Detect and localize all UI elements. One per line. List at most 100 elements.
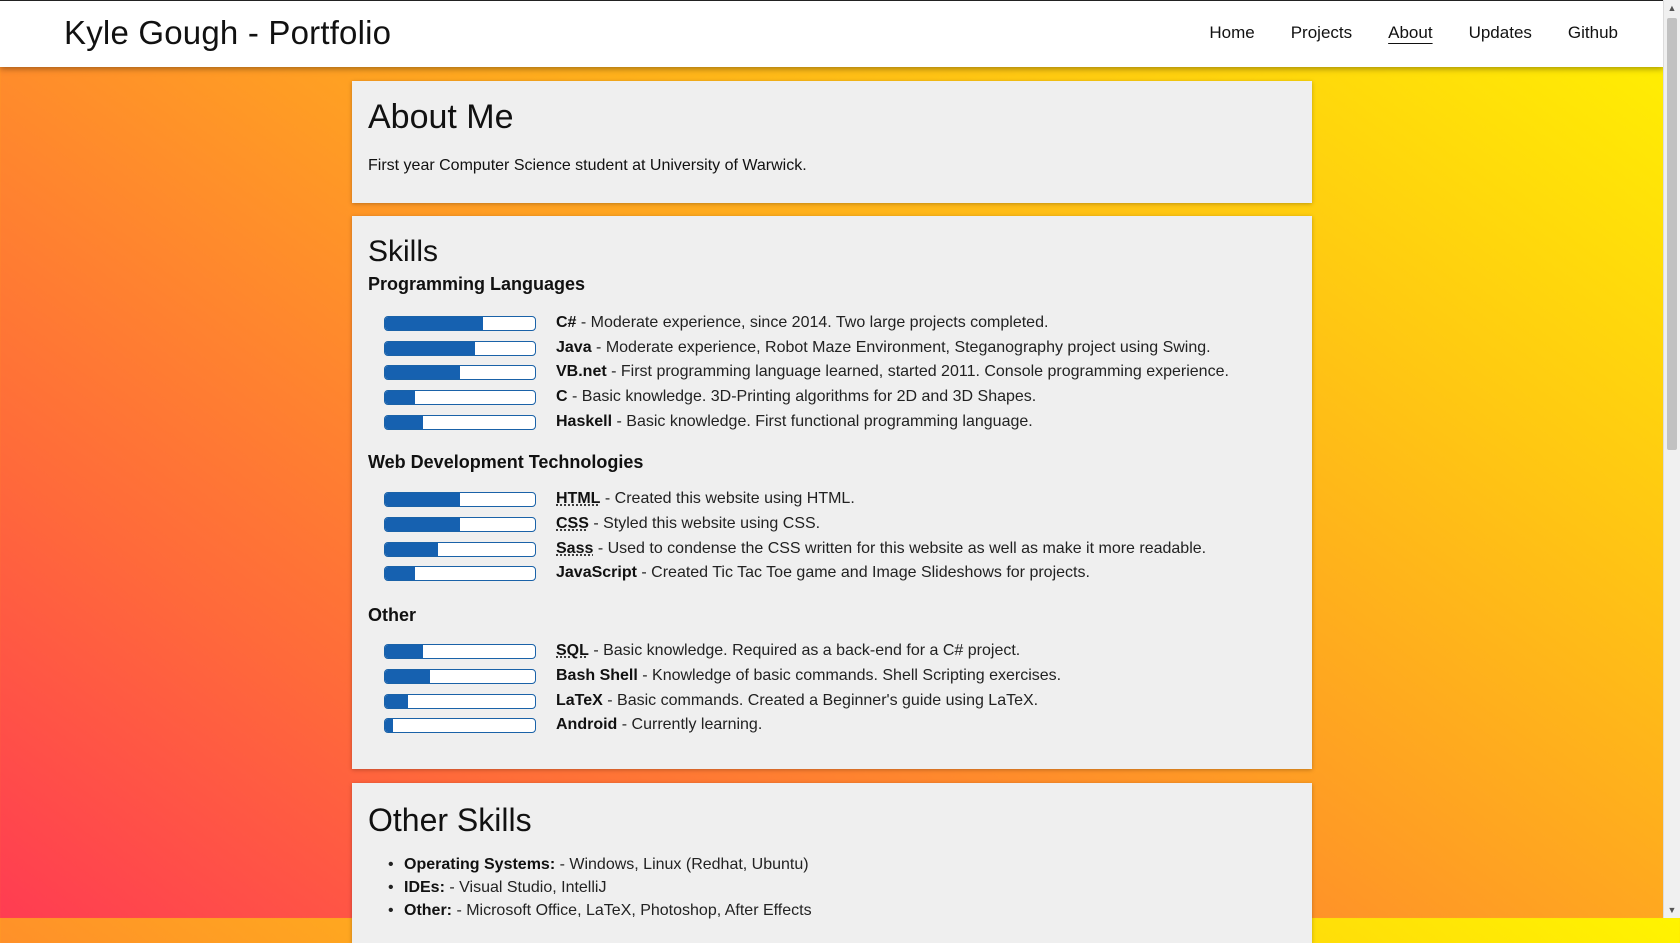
other-skills-list: Operating Systems: - Windows, Linux (Red… xyxy=(388,853,812,922)
skill-progress-fill xyxy=(385,316,483,330)
skill-progress-fill xyxy=(385,566,415,580)
skill-progress-bar xyxy=(384,491,536,507)
skills-panel: Skills Programming Languages C# - Modera… xyxy=(352,216,1312,769)
list-item: Other: - Microsoft Office, LaTeX, Photos… xyxy=(388,899,812,922)
about-panel: About Me First year Computer Science stu… xyxy=(352,81,1312,203)
skill-name: Bash Shell xyxy=(556,667,638,684)
list-item: IDEs: - Visual Studio, IntelliJ xyxy=(388,876,812,899)
skill-progress-fill xyxy=(385,517,460,531)
skill-row: SQL - Basic knowledge. Required as a bac… xyxy=(384,641,1020,661)
skill-progress-bar xyxy=(384,668,536,684)
skill-desc-text: - Knowledge of basic commands. Shell Scr… xyxy=(637,667,1062,684)
skill-description: SQL - Basic knowledge. Required as a bac… xyxy=(556,642,1020,660)
skill-row: Sass - Used to condense the CSS written … xyxy=(384,539,1206,559)
skill-desc-text: - Basic knowledge. Required as a back-en… xyxy=(588,642,1021,659)
nav-home[interactable]: Home xyxy=(1209,23,1254,43)
nav-updates[interactable]: Updates xyxy=(1469,23,1532,43)
skill-row: JavaScript - Created Tic Tac Toe game an… xyxy=(384,563,1090,583)
skill-row: Haskell - Basic knowledge. First functio… xyxy=(384,412,1033,432)
skill-desc-text: - Moderate experience, since 2014. Two l… xyxy=(576,314,1049,331)
skill-name: C xyxy=(556,388,568,405)
skill-progress-bar xyxy=(384,717,536,733)
skill-progress-fill xyxy=(385,542,438,556)
skill-name: SQL xyxy=(556,642,589,659)
main-nav: Home Projects About Updates Github xyxy=(1209,23,1618,43)
skill-desc-text: - Basic knowledge. 3D-Printing algorithm… xyxy=(567,388,1037,405)
other-skill-label: IDEs: xyxy=(404,879,445,896)
skill-description: CSS - Styled this website using CSS. xyxy=(556,515,820,533)
about-title: About Me xyxy=(368,98,514,136)
skill-desc-text: - Currently learning. xyxy=(617,716,763,733)
top-navbar: Kyle Gough - Portfolio Home Projects Abo… xyxy=(0,0,1664,67)
skills-title: Skills xyxy=(368,235,439,268)
skill-desc-text: - Used to condense the CSS written for t… xyxy=(593,540,1207,557)
skill-row: C# - Moderate experience, since 2014. Tw… xyxy=(384,313,1048,333)
skill-row: Java - Moderate experience, Robot Maze E… xyxy=(384,338,1211,358)
skill-description: C# - Moderate experience, since 2014. Tw… xyxy=(556,314,1048,332)
skill-name: CSS xyxy=(556,515,589,532)
skill-desc-text: - Basic commands. Created a Beginner's g… xyxy=(602,692,1039,709)
skill-progress-bar xyxy=(384,516,536,532)
skill-name: LaTeX xyxy=(556,692,603,709)
skill-row: HTML - Created this website using HTML. xyxy=(384,489,855,509)
skill-name: Sass xyxy=(556,540,594,557)
other-skills-title: Other Skills xyxy=(368,802,532,838)
skill-row: Android - Currently learning. xyxy=(384,715,762,735)
skill-progress-fill xyxy=(385,669,430,683)
other-skill-text: - Visual Studio, IntelliJ xyxy=(444,879,607,896)
other-skills-panel: Other Skills Operating Systems: - Window… xyxy=(352,783,1312,943)
nav-projects[interactable]: Projects xyxy=(1291,23,1352,43)
skill-name: Java xyxy=(556,339,592,356)
scroll-down-arrow-icon[interactable]: ▼ xyxy=(1664,902,1680,918)
category-title-web-development: Web Development Technologies xyxy=(368,452,644,472)
skill-progress-bar xyxy=(384,389,536,405)
category-title-other: Other xyxy=(368,605,417,625)
skill-desc-text: - Basic knowledge. First functional prog… xyxy=(612,413,1033,430)
skill-name: C# xyxy=(556,314,577,331)
skill-progress-bar xyxy=(384,315,536,331)
nav-github[interactable]: Github xyxy=(1568,23,1618,43)
skill-description: Bash Shell - Knowledge of basic commands… xyxy=(556,667,1061,685)
skill-desc-text: - Created Tic Tac Toe game and Image Sli… xyxy=(636,564,1090,581)
nav-about[interactable]: About xyxy=(1388,23,1432,43)
skill-progress-fill xyxy=(385,644,423,658)
skill-progress-bar xyxy=(384,565,536,581)
skill-desc-text: - First programming language learned, st… xyxy=(606,363,1229,380)
skill-row: LaTeX - Basic commands. Created a Beginn… xyxy=(384,691,1038,711)
skill-name: VB.net xyxy=(556,363,607,380)
skill-description: Android - Currently learning. xyxy=(556,716,762,734)
other-skill-label: Other: xyxy=(404,902,452,919)
about-text: First year Computer Science student at U… xyxy=(368,157,807,174)
skill-progress-bar xyxy=(384,364,536,380)
skill-name: Haskell xyxy=(556,413,613,430)
skill-description: HTML - Created this website using HTML. xyxy=(556,490,855,508)
category-title-programming-languages: Programming Languages xyxy=(368,274,586,294)
skill-description: LaTeX - Basic commands. Created a Beginn… xyxy=(556,692,1038,710)
skill-description: Haskell - Basic knowledge. First functio… xyxy=(556,413,1033,431)
skill-progress-bar xyxy=(384,693,536,709)
site-title[interactable]: Kyle Gough - Portfolio xyxy=(64,14,391,52)
vertical-scrollbar[interactable]: ▲ ▼ xyxy=(1663,0,1680,918)
skill-progress-bar xyxy=(384,340,536,356)
scrollbar-thumb[interactable] xyxy=(1667,18,1677,450)
skill-row: CSS - Styled this website using CSS. xyxy=(384,514,820,534)
skill-progress-bar xyxy=(384,643,536,659)
skill-row: VB.net - First programming language lear… xyxy=(384,362,1229,382)
skill-progress-fill xyxy=(385,694,408,708)
skill-desc-text: - Styled this website using CSS. xyxy=(588,515,821,532)
skill-progress-fill xyxy=(385,415,423,429)
skill-description: JavaScript - Created Tic Tac Toe game an… xyxy=(556,564,1090,582)
skill-progress-bar xyxy=(384,414,536,430)
skill-progress-fill xyxy=(385,365,460,379)
skill-progress-bar xyxy=(384,541,536,557)
skill-desc-text: - Created this website using HTML. xyxy=(600,490,855,507)
skill-description: C - Basic knowledge. 3D-Printing algorit… xyxy=(556,388,1036,406)
other-skill-label: Operating Systems: xyxy=(404,856,556,873)
skill-name: JavaScript xyxy=(556,564,637,581)
skill-progress-fill xyxy=(385,492,460,506)
scroll-up-arrow-icon[interactable]: ▲ xyxy=(1664,0,1680,16)
skill-row: C - Basic knowledge. 3D-Printing algorit… xyxy=(384,387,1036,407)
skill-name: HTML xyxy=(556,490,601,507)
other-skill-text: - Microsoft Office, LaTeX, Photoshop, Af… xyxy=(452,902,812,919)
skill-description: Java - Moderate experience, Robot Maze E… xyxy=(556,339,1211,357)
